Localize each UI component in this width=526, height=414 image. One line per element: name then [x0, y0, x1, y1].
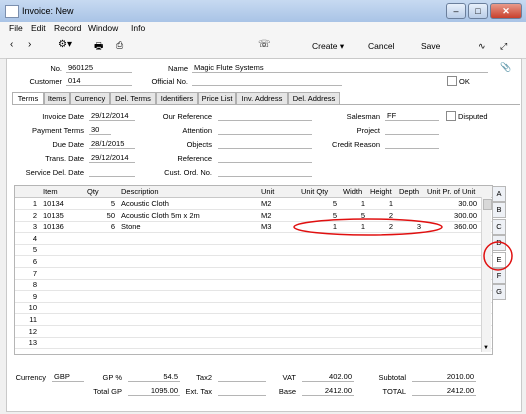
ext-tax-label: Ext. Tax — [185, 387, 212, 396]
highlight-circle — [483, 241, 513, 271]
gp-pct-field: 54.5 — [128, 372, 180, 382]
currency-field[interactable]: GBP — [52, 372, 84, 382]
gp-pct-label: GP % — [102, 373, 122, 382]
subtotal-field: 2010.00 — [412, 372, 476, 382]
base-field: 2412.00 — [302, 386, 354, 396]
tax2-field — [218, 372, 266, 382]
annotation-overlay — [293, 218, 513, 271]
ext-tax-field — [218, 386, 266, 396]
total-gp-label: Total GP — [93, 387, 122, 396]
currency-label: Currency — [15, 373, 46, 382]
base-label: Base — [278, 387, 296, 396]
highlight-ellipse — [293, 218, 443, 236]
total-label: TOTAL — [382, 387, 406, 396]
vat-field: 402.00 — [302, 372, 354, 382]
subtotal-label: Subtotal — [378, 373, 406, 382]
tax2-label: Tax2 — [196, 373, 212, 382]
total-field: 2412.00 — [412, 386, 476, 396]
vat-label: VAT — [282, 373, 296, 382]
